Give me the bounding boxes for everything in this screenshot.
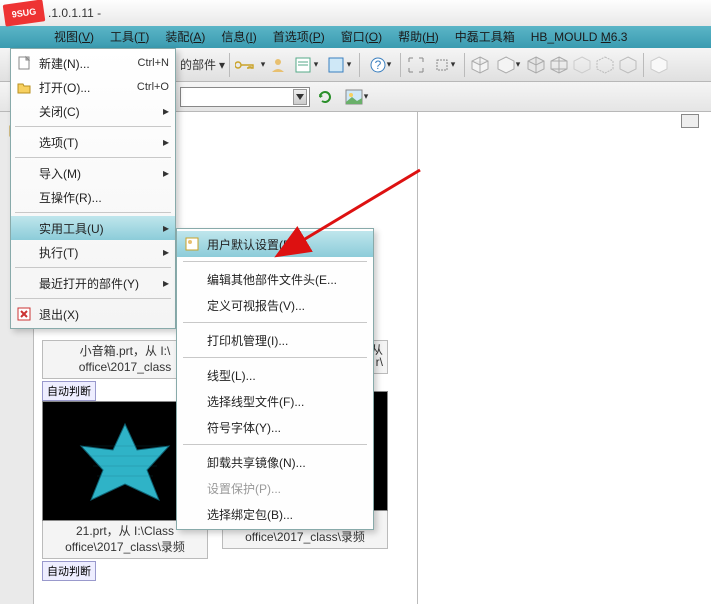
fit-view-button[interactable] (405, 54, 427, 76)
submenu-item-linetype[interactable]: 线型(L)... (177, 362, 373, 388)
cube-dropdown-button[interactable]: ▾ (492, 54, 524, 76)
submenu-item-unload-shared[interactable]: 卸载共享镜像(N)... (177, 449, 373, 475)
refresh-button[interactable] (314, 86, 336, 108)
caption-fragment: r\ (376, 355, 383, 371)
user-icon-button[interactable] (267, 54, 289, 76)
window-title: .1.0.1.11 - (48, 6, 101, 20)
new-file-icon (15, 54, 33, 72)
image-dropdown-button[interactable]: ▾ (340, 86, 372, 108)
menu-info[interactable]: 信息(I) (213, 26, 264, 48)
menu-item-utilities[interactable]: 实用工具(U) ▸ (11, 216, 175, 240)
exit-icon (15, 305, 33, 323)
help-dropdown-button[interactable]: ?▾ (364, 54, 396, 76)
cube-edges-button[interactable] (594, 54, 616, 76)
menu-zhonglei-toolbox[interactable]: 中磊工具箱 (447, 26, 523, 48)
menu-preferences[interactable]: 首选项(P) (265, 26, 333, 48)
card-caption-line2: office\2017_class\录频 (225, 530, 385, 546)
zoom-dropdown-button[interactable]: ▾ (428, 54, 460, 76)
toolbar-fragment-text: 的部件 (180, 56, 216, 73)
card-tag: 自动判断 (42, 561, 96, 581)
user-defaults-icon (183, 235, 201, 253)
card-caption-line2: office\2017_class\录频 (45, 540, 205, 556)
menu-item-options[interactable]: 选项(T) ▸ (11, 130, 175, 154)
submenu-item-symbol-font[interactable]: 符号字体(Y)... (177, 414, 373, 440)
menu-item-execute[interactable]: 执行(T) ▸ (11, 240, 175, 264)
svg-text:?: ? (374, 58, 381, 72)
menu-help[interactable]: 帮助(H) (390, 26, 447, 48)
cube-edges2-button[interactable] (617, 54, 639, 76)
card-tag: 自动判断 (42, 381, 96, 401)
cube-solid-button[interactable] (469, 54, 491, 76)
cube-alt-button[interactable] (648, 54, 670, 76)
key-dropdown-button[interactable]: ▾ (234, 54, 266, 76)
menu-item-exit[interactable]: 退出(X) (11, 302, 175, 326)
title-bar: 9SUG .1.0.1.11 - (0, 0, 711, 26)
open-folder-icon (15, 78, 33, 96)
submenu-item-sel-bind-pkg[interactable]: 选择绑定包(B)... (177, 501, 373, 527)
cube-wire-button[interactable] (548, 54, 570, 76)
cube-shaded-button[interactable] (525, 54, 547, 76)
menu-item-open[interactable]: 打开(O)... Ctrl+O (11, 75, 175, 99)
menu-item-recent[interactable]: 最近打开的部件(Y) ▸ (11, 271, 175, 295)
menu-item-import[interactable]: 导入(M) ▸ (11, 161, 175, 185)
right-pane (417, 112, 711, 604)
submenu-item-edit-header[interactable]: 编辑其他部件文件头(E... (177, 266, 373, 292)
menu-bar: 视图(V) 工具(T) 装配(A) 信息(I) 首选项(P) 窗口(O) 帮助(… (0, 26, 711, 48)
menu-item-new[interactable]: 新建(N)... Ctrl+N (11, 51, 175, 75)
submenu-item-protect: 设置保护(P)... (177, 475, 373, 501)
selection-filter-combo[interactable] (180, 87, 310, 107)
submenu-item-sel-linetype[interactable]: 选择线型文件(F)... (177, 388, 373, 414)
cube-hidden-button[interactable] (571, 54, 593, 76)
menu-item-close[interactable]: 关闭(C) ▸ (11, 99, 175, 123)
pane-tab[interactable] (681, 114, 699, 128)
menu-hb-mould[interactable]: HB_MOULD M6.3 (523, 26, 636, 48)
utilities-submenu: 用户默认设置(D)... 编辑其他部件文件头(E... 定义可视报告(V)...… (176, 228, 374, 530)
submenu-item-printer-mgr[interactable]: 打印机管理(I)... (177, 327, 373, 353)
menu-view[interactable]: 视图(V) (46, 26, 102, 48)
menu-assembly[interactable]: 装配(A) (157, 26, 213, 48)
menu-item-interop[interactable]: 互操作(R)... (11, 185, 175, 209)
app-logo: 9SUG (3, 0, 46, 27)
form-dropdown-button[interactable]: ▾ (290, 54, 322, 76)
panel-dropdown-button[interactable]: ▾ (323, 54, 355, 76)
submenu-item-define-report[interactable]: 定义可视报告(V)... (177, 292, 373, 318)
chevron-down-icon (293, 89, 307, 105)
submenu-item-user-defaults[interactable]: 用户默认设置(D)... (177, 231, 373, 257)
file-menu-dropdown: 新建(N)... Ctrl+N 打开(O)... Ctrl+O 关闭(C) ▸ … (10, 48, 176, 329)
menu-tools[interactable]: 工具(T) (102, 26, 157, 48)
menu-window[interactable]: 窗口(O) (333, 26, 390, 48)
